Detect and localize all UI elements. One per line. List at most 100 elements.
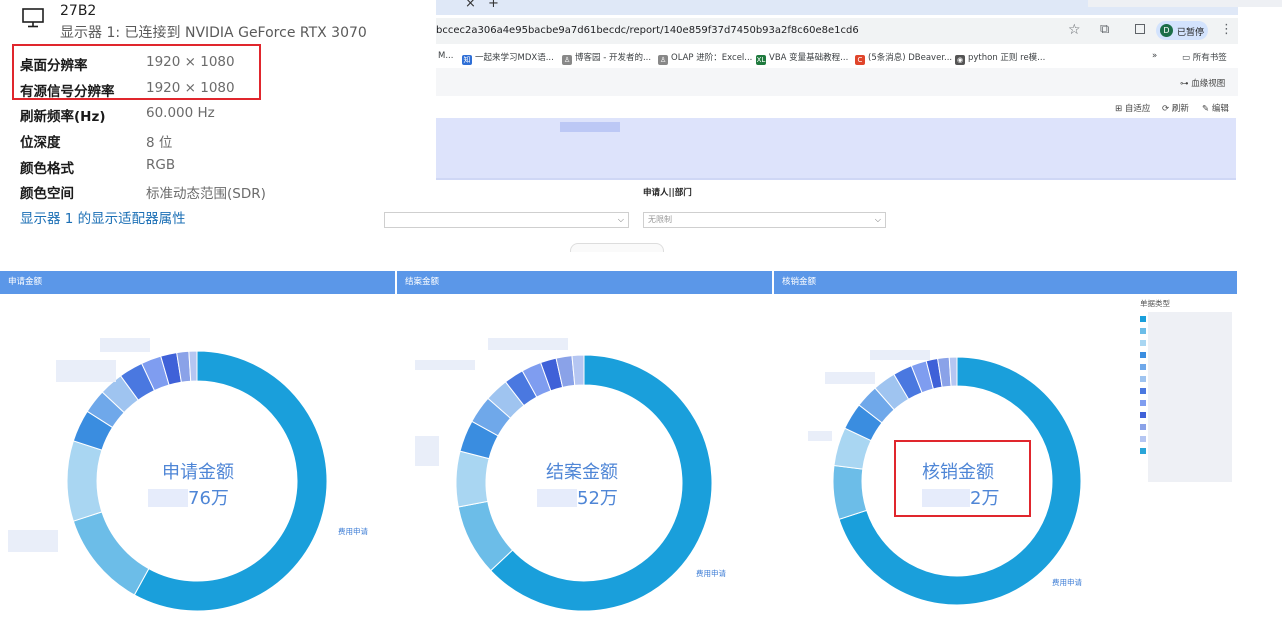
more-bookmarks-icon[interactable]: »	[1152, 51, 1157, 61]
bookmark-label: OLAP 进阶：Excel...	[671, 53, 753, 63]
edit-label: 编辑	[1211, 104, 1229, 114]
blurred-label	[100, 338, 150, 352]
legend-swatch[interactable]	[1140, 412, 1146, 418]
blurred-value	[537, 489, 577, 507]
tab-close-icon[interactable]: ×	[465, 0, 476, 11]
collapse-filter-tab[interactable]	[570, 243, 664, 252]
url-text[interactable]: bccec2a306a4e95bacbe9a7d61becdc/report/1…	[436, 25, 859, 36]
browser-menu-icon[interactable]: ⋮	[1220, 22, 1233, 37]
blurred-label	[8, 530, 58, 552]
center-value-closed-text: 52万	[577, 488, 618, 509]
center-value-apply: 76万	[148, 484, 229, 510]
legend-swatch[interactable]	[1140, 316, 1146, 322]
edit-button[interactable]: ✎ 编辑	[1202, 102, 1229, 114]
report-banner	[436, 118, 1236, 180]
bookmark-label: 博客园 - 开发者的...	[575, 53, 652, 63]
bookmark-label: python 正则 re模...	[968, 53, 1046, 63]
legend-swatch[interactable]	[1140, 364, 1146, 370]
panel-header-closed-amount: 结案金额	[397, 271, 772, 294]
blurred-label	[808, 431, 832, 441]
legend-swatch[interactable]	[1140, 400, 1146, 406]
lineage-icon: ⊶	[1180, 79, 1192, 89]
fit-button[interactable]: ⊞ 自适应	[1115, 102, 1150, 114]
prop-label-refresh-rate: 刷新频率(Hz)	[20, 109, 106, 125]
blurred-label	[415, 360, 475, 370]
monitor-icon	[22, 8, 44, 28]
prop-label-color-space: 颜色空间	[20, 186, 74, 202]
site-icon: ◉	[955, 55, 965, 65]
prop-label-color-format: 颜色格式	[20, 161, 74, 177]
center-value-apply-text: 76万	[188, 488, 229, 509]
bookmark-item[interactable]: C (5条消息) DBeaver...	[855, 51, 952, 65]
bookmark-star-icon[interactable]: ☆	[1068, 22, 1081, 38]
donut-slice[interactable]	[455, 450, 490, 508]
blurred-label	[870, 350, 930, 360]
edit-icon: ✎	[1202, 104, 1212, 114]
legend-swatch[interactable]	[1140, 340, 1146, 346]
profile-avatar[interactable]: D	[1160, 24, 1173, 37]
profile-status-label[interactable]: 已暂停	[1177, 25, 1204, 38]
bookmark-label: 一起来学习MDX语...	[475, 53, 554, 63]
prop-label-bit-depth: 位深度	[20, 135, 61, 151]
blurred-label	[56, 360, 116, 382]
blurred-value	[148, 489, 188, 507]
bookmark-item[interactable]: ♙ 博客园 - 开发者的...	[562, 51, 651, 65]
folder-icon: ▭	[1182, 53, 1193, 63]
legend-swatch[interactable]	[1140, 328, 1146, 334]
legend-swatch[interactable]	[1140, 352, 1146, 358]
side-panel-icon[interactable]	[1135, 24, 1145, 34]
filter-label-applicant-dept: 申请人||部门	[643, 188, 692, 198]
bookmark-label: (5条消息) DBeaver...	[868, 53, 953, 63]
monitor-description: 显示器 1: 已连接到 NVIDIA GeForce RTX 3070	[60, 25, 367, 41]
legend-swatch[interactable]	[1140, 388, 1146, 394]
donut-slice[interactable]	[948, 356, 958, 387]
report-topbar	[436, 68, 1238, 96]
prop-value-bit-depth: 8 位	[146, 135, 173, 151]
slice-label-expense-apply: 费用申请	[696, 569, 726, 578]
donut-slice[interactable]	[66, 440, 103, 522]
donut-slice[interactable]	[72, 511, 150, 596]
center-title-closed: 结案金额	[546, 462, 618, 483]
bookmark-item[interactable]: ♙ OLAP 进阶：Excel...	[658, 51, 752, 65]
resolution-highlight-box	[12, 44, 261, 100]
prop-value-color-space: 标准动态范围(SDR)	[146, 186, 266, 202]
lineage-view-button[interactable]: ⊶ 血缘视图	[1180, 77, 1225, 89]
bookmark-item[interactable]: XL VBA 变量基础教程...	[756, 51, 848, 65]
filter-select-value: 无限制	[648, 215, 672, 224]
window-titlebar-strip	[1088, 0, 1282, 7]
center-value-closed: 52万	[537, 484, 618, 510]
csdn-icon: C	[855, 55, 865, 65]
banner-blurred-title	[560, 122, 620, 132]
donut-slice[interactable]	[188, 350, 198, 382]
blurred-label	[488, 338, 568, 350]
slice-label-expense-apply: 费用申请	[338, 527, 368, 536]
legend-swatch[interactable]	[1140, 424, 1146, 430]
lineage-view-label: 血缘视图	[1191, 79, 1226, 89]
legend-swatch[interactable]	[1140, 448, 1146, 454]
slice-label-expense-apply: 费用申请	[1052, 578, 1082, 587]
legend-title: 单据类型	[1140, 299, 1170, 308]
all-bookmarks-label: 所有书签	[1192, 53, 1227, 63]
prop-value-refresh-rate: 60.000 Hz	[146, 105, 215, 121]
center-title-apply: 申请金额	[162, 462, 234, 483]
all-bookmarks-folder[interactable]: ▭ 所有书签	[1182, 51, 1227, 63]
bookmark-item[interactable]: 知一起来学习MDX语...	[462, 51, 554, 65]
bookmark-item[interactable]: ◉ python 正则 re模...	[955, 51, 1045, 65]
filter-select-left[interactable]: ⌵	[384, 212, 629, 228]
adapter-properties-link[interactable]: 显示器 1 的显示适配器属性	[20, 207, 186, 227]
fit-icon: ⊞	[1115, 104, 1125, 114]
bookmark-item[interactable]: M...	[438, 51, 453, 61]
filter-select-applicant-dept[interactable]: 无限制 ⌵	[643, 212, 886, 228]
donut-slice[interactable]	[832, 464, 868, 520]
cnblogs-icon: ♙	[562, 55, 572, 65]
new-tab-icon[interactable]: +	[488, 0, 499, 11]
refresh-icon: ⟳	[1162, 104, 1172, 114]
extensions-icon[interactable]: ⧉	[1100, 22, 1109, 37]
blurred-legend-labels	[1148, 312, 1232, 482]
zhihu-icon: 知	[462, 55, 472, 65]
legend-swatch[interactable]	[1140, 376, 1146, 382]
legend-swatch[interactable]	[1140, 436, 1146, 442]
refresh-button[interactable]: ⟳ 刷新	[1162, 102, 1189, 114]
writeoff-highlight-box	[894, 440, 1031, 517]
panel-header-apply-amount: 申请金额	[0, 271, 395, 294]
